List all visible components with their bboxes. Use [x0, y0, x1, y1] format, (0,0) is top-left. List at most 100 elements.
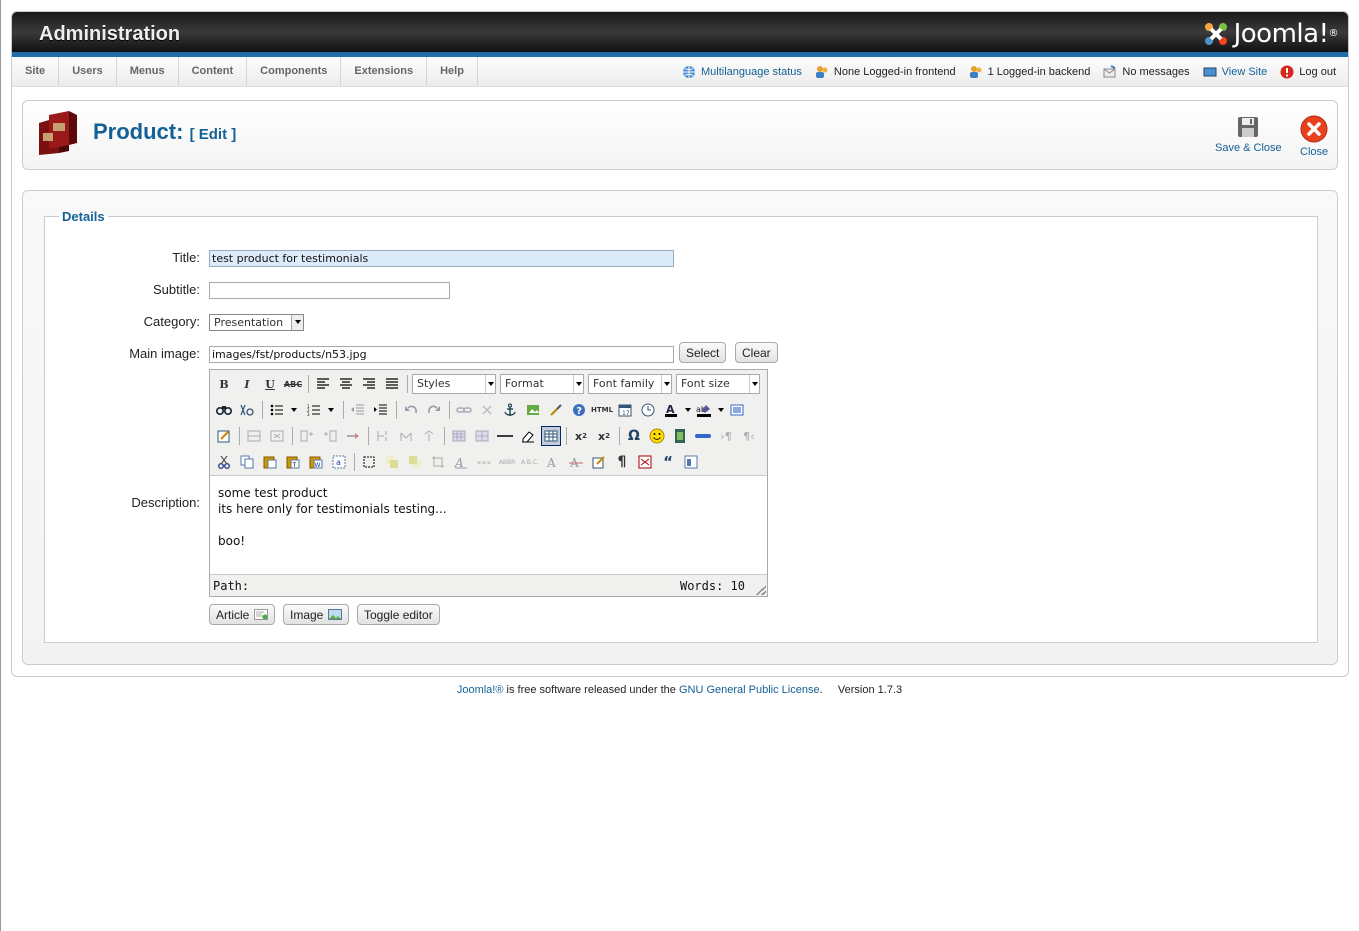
insert-text-icon[interactable]: A: [566, 452, 586, 472]
nonbreaking-icon[interactable]: [635, 452, 655, 472]
messages-status[interactable]: No messages: [1103, 64, 1190, 79]
blockquote-icon[interactable]: “: [658, 452, 678, 472]
select-all-icon[interactable]: a: [329, 452, 349, 472]
move-forward-icon[interactable]: [382, 452, 402, 472]
merge-cells-icon[interactable]: [396, 426, 416, 446]
bold-icon[interactable]: B: [214, 374, 234, 394]
help-icon[interactable]: ?: [569, 400, 589, 420]
special-char-icon[interactable]: Ω: [624, 426, 644, 446]
superscript-icon[interactable]: x2: [594, 426, 614, 446]
menu-item-site[interactable]: Site: [12, 57, 60, 86]
insert-time-icon[interactable]: [638, 400, 658, 420]
ltr-icon[interactable]: ›¶: [716, 426, 736, 446]
indent-icon[interactable]: [371, 400, 391, 420]
menu-item-users[interactable]: Users: [59, 57, 117, 86]
close-label[interactable]: Close: [1300, 146, 1328, 158]
replace-icon[interactable]: [237, 400, 257, 420]
style-props-icon[interactable]: A: [451, 452, 471, 472]
insert-col-after-icon[interactable]: [320, 426, 340, 446]
anchor-icon[interactable]: [500, 400, 520, 420]
insert-image-icon[interactable]: [523, 400, 543, 420]
absolute-icon[interactable]: [428, 452, 448, 472]
unlink-icon[interactable]: [477, 400, 497, 420]
horizontal-rule-icon[interactable]: [495, 426, 515, 446]
delete-col-icon[interactable]: [343, 426, 363, 446]
view-site-link[interactable]: View Site: [1222, 66, 1268, 78]
eraser-icon[interactable]: [518, 426, 538, 446]
paste-text-icon[interactable]: T: [283, 452, 303, 472]
menu-item-menus[interactable]: Menus: [117, 57, 179, 86]
styles-dropdown[interactable]: Styles: [412, 374, 496, 394]
row-props-icon[interactable]: [449, 426, 469, 446]
multilanguage-status-link[interactable]: Multilanguage status: [701, 66, 802, 78]
fullscreen-icon[interactable]: [727, 400, 747, 420]
close-button[interactable]: Close: [1300, 115, 1328, 158]
logout-link[interactable]: Log out: [1299, 66, 1336, 78]
insert-date-icon[interactable]: 17: [615, 400, 635, 420]
cell-props-icon[interactable]: [472, 426, 492, 446]
clear-image-button[interactable]: Clear: [735, 342, 778, 363]
cleanup-icon[interactable]: [546, 400, 566, 420]
move-backward-icon[interactable]: [405, 452, 425, 472]
abbr-icon[interactable]: ABBR: [497, 452, 517, 472]
align-justify-icon[interactable]: [382, 374, 402, 394]
undo-icon[interactable]: [401, 400, 421, 420]
chevron-down-icon[interactable]: [327, 400, 335, 420]
font-size-dropdown[interactable]: Font size: [676, 374, 760, 394]
align-center-icon[interactable]: [336, 374, 356, 394]
select-image-button[interactable]: Select: [679, 342, 727, 363]
insert-row-icon[interactable]: [244, 426, 264, 446]
chevron-down-icon[interactable]: [717, 400, 725, 420]
link-icon[interactable]: [454, 400, 474, 420]
logout[interactable]: Log out: [1280, 65, 1336, 79]
strikethrough-icon[interactable]: ABC: [283, 374, 303, 394]
menu-item-components[interactable]: Components: [247, 57, 342, 86]
insert-table-icon[interactable]: [541, 426, 561, 446]
chevron-down-icon[interactable]: [684, 400, 692, 420]
format-dropdown[interactable]: Format: [500, 374, 584, 394]
title-input[interactable]: test product for testimonials: [209, 250, 674, 267]
category-select[interactable]: Presentation: [209, 314, 304, 331]
view-site[interactable]: View Site: [1203, 65, 1268, 79]
acronym-icon[interactable]: A.B.C.: [520, 452, 540, 472]
image-button[interactable]: Image: [283, 604, 350, 625]
subscript-icon[interactable]: x2: [571, 426, 591, 446]
font-family-dropdown[interactable]: Font family: [588, 374, 672, 394]
subtitle-input[interactable]: [209, 282, 450, 299]
copy-icon[interactable]: [237, 452, 257, 472]
paste-word-icon[interactable]: W: [306, 452, 326, 472]
underline-icon[interactable]: U: [260, 374, 280, 394]
outdent-icon[interactable]: [348, 400, 368, 420]
cite-icon[interactable]: «««: [474, 452, 494, 472]
redo-icon[interactable]: [424, 400, 444, 420]
messages-text[interactable]: No messages: [1122, 66, 1189, 78]
hr-advanced-icon[interactable]: [693, 426, 713, 446]
numbered-list-icon[interactable]: 123: [304, 400, 324, 420]
text-color-icon[interactable]: A: [661, 400, 681, 420]
article-button[interactable]: Article: [209, 604, 276, 625]
rtl-icon[interactable]: ¶‹: [739, 426, 759, 446]
menu-item-content[interactable]: Content: [179, 57, 248, 86]
save-close-label[interactable]: Save & Close: [1215, 142, 1282, 154]
footer-license-link[interactable]: GNU General Public License: [679, 684, 820, 696]
delete-row-icon[interactable]: [267, 426, 287, 446]
italic-icon[interactable]: I: [237, 374, 257, 394]
align-left-icon[interactable]: [313, 374, 333, 394]
html-icon[interactable]: HTML: [591, 400, 613, 420]
menu-item-extensions[interactable]: Extensions: [341, 57, 428, 86]
media-icon[interactable]: [670, 426, 690, 446]
edit-css-icon[interactable]: [214, 426, 234, 446]
insert-col-before-icon[interactable]: [297, 426, 317, 446]
insert-layer-icon[interactable]: [359, 452, 379, 472]
pilcrow-icon[interactable]: ¶: [612, 452, 632, 472]
main-image-input[interactable]: images/fst/products/n53.jpg: [209, 346, 674, 363]
align-right-icon[interactable]: [359, 374, 379, 394]
delete-text-icon[interactable]: A: [543, 452, 563, 472]
template-icon[interactable]: [681, 452, 701, 472]
find-icon[interactable]: [214, 400, 234, 420]
split-cells-icon[interactable]: [373, 426, 393, 446]
emotions-icon[interactable]: [647, 426, 667, 446]
multilanguage-status[interactable]: Multilanguage status: [682, 65, 802, 79]
paste-icon[interactable]: [260, 452, 280, 472]
table-props-icon[interactable]: [419, 426, 439, 446]
